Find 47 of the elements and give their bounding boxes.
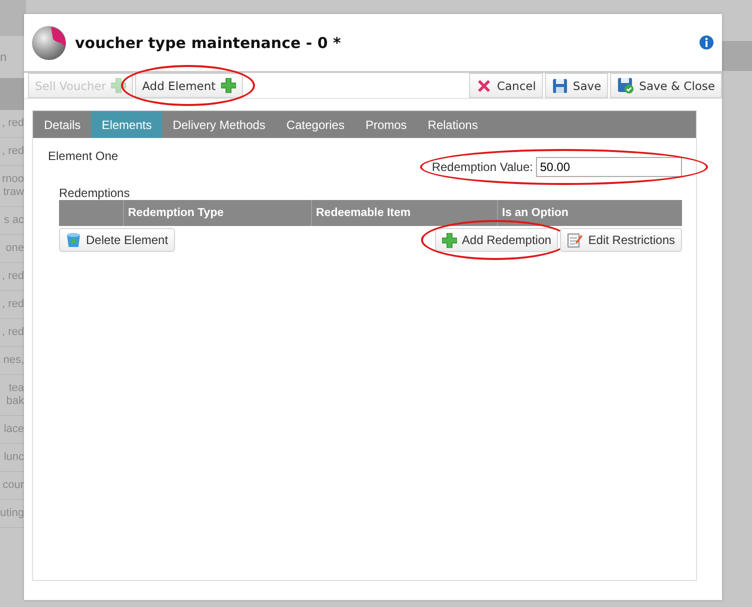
tab[interactable]: Relations <box>416 111 488 138</box>
tab[interactable]: Categories <box>275 111 354 138</box>
background-row-text: nes, <box>3 354 24 366</box>
floppy-disk-check-icon <box>617 77 634 94</box>
background-row-text: s ac <box>4 214 24 226</box>
plus-icon <box>442 232 457 248</box>
background-row-text: one <box>6 242 24 254</box>
column-header: Redeemable Item <box>311 200 497 226</box>
background-row-text: uting <box>0 507 24 519</box>
redemption-value-label: Redemption Value: <box>432 160 533 174</box>
redemptions-heading: Redemptions <box>59 186 131 200</box>
dialog-title: voucher type maintenance - 0 * <box>75 34 342 52</box>
background-row-text: lace <box>4 423 24 435</box>
edit-restrictions-button[interactable]: Edit Restrictions <box>560 228 682 252</box>
background-field-label: n <box>0 50 7 64</box>
redemption-value-field[interactable]: 50.00 <box>536 157 682 177</box>
tab[interactable]: Details <box>33 111 91 138</box>
cross-icon <box>476 78 492 94</box>
background-row-text: , red <box>2 270 24 282</box>
background-table-header <box>0 78 26 110</box>
element-name: Element One <box>48 149 118 163</box>
logo-icon <box>31 24 67 60</box>
info-icon[interactable] <box>699 35 714 50</box>
column-header: Is an Option <box>497 200 682 226</box>
background-row-text: , red <box>2 298 24 310</box>
background-row-text: , red <box>2 326 24 338</box>
background-row-text: , red <box>2 145 24 157</box>
notepad-pencil-icon <box>567 232 584 248</box>
add-redemption-button[interactable]: Add Redemption <box>434 228 558 252</box>
tab[interactable]: Delivery Methods <box>162 111 276 138</box>
delete-element-button[interactable]: Delete Element <box>59 228 176 252</box>
save-close-button[interactable]: Save & Close <box>610 73 722 98</box>
plus-icon <box>220 78 236 93</box>
column-header: Redemption Type <box>123 200 311 226</box>
background-row-text: , red <box>2 117 24 129</box>
background-header-bar <box>722 41 752 71</box>
save-button[interactable]: Save <box>544 73 608 98</box>
plus-icon <box>111 78 126 93</box>
add-element-button[interactable]: Add Element <box>135 73 243 98</box>
background-row-text: rnoo traw <box>2 173 24 198</box>
background-toolbar <box>0 0 26 36</box>
background-row-text: tea bak <box>6 382 24 407</box>
cancel-button[interactable]: Cancel <box>468 73 543 98</box>
background-row-text: cour <box>2 479 24 491</box>
tab[interactable]: Promos <box>354 111 417 138</box>
background-row-text: lunc <box>4 451 24 463</box>
bin-icon <box>66 232 81 248</box>
